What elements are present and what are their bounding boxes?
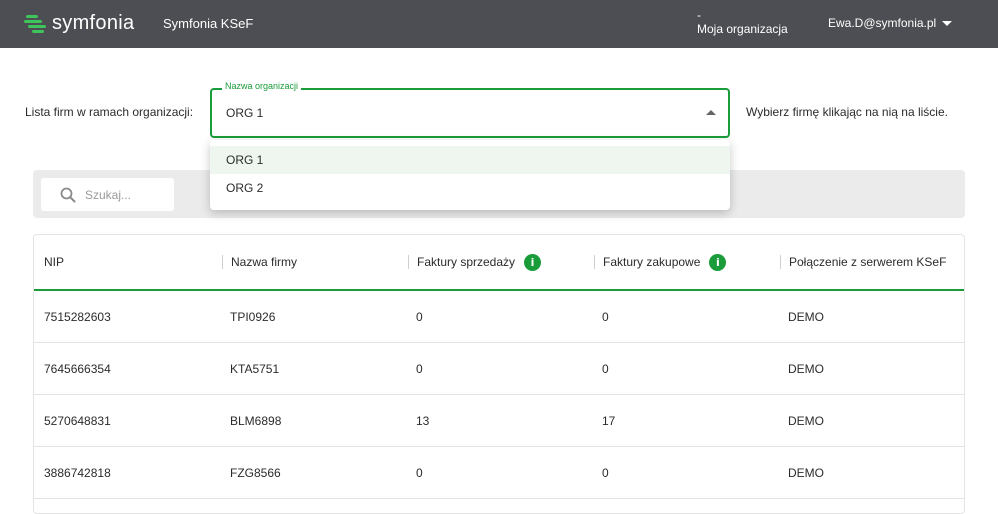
cell-ksef-connection: DEMO <box>788 310 824 324</box>
organization-dash: - <box>697 8 701 22</box>
app-name: Symfonia KSeF <box>163 16 254 31</box>
dropdown-option-org-2[interactable]: ORG 2 <box>210 174 730 202</box>
cell-nip: 5270648831 <box>44 414 111 428</box>
cell-purchase-invoices: 0 <box>602 362 609 376</box>
user-menu[interactable]: Ewa.D@symfonia.pl <box>828 16 953 30</box>
cell-ksef-connection: DEMO <box>788 414 824 428</box>
column-divider <box>408 255 409 269</box>
column-header-label: Połączenie z serwerem KSeF <box>789 255 947 269</box>
info-icon[interactable]: i <box>524 253 542 271</box>
chevron-up-icon <box>706 110 716 115</box>
logo-text: symfonia <box>52 12 135 34</box>
table-row[interactable]: 5270648831 BLM6898 13 17 DEMO <box>34 395 964 447</box>
cell-company-name: BLM6898 <box>230 414 282 428</box>
cell-purchase-invoices: 0 <box>602 310 609 324</box>
search-icon <box>60 187 76 203</box>
organization-select-value: ORG 1 <box>226 106 264 120</box>
cell-nip: 7515282603 <box>44 310 111 324</box>
column-divider <box>594 255 595 269</box>
column-header-ksef-connection[interactable]: Połączenie z serwerem KSeF <box>780 235 946 289</box>
chevron-down-icon <box>942 21 953 26</box>
column-header-nip[interactable]: NIP <box>44 235 64 289</box>
column-header-sales-invoices[interactable]: Faktury sprzedaży i <box>408 235 542 289</box>
table-row[interactable]: 3886742818 FZG8566 0 0 DEMO <box>34 447 964 499</box>
table-row[interactable]: 7645666354 KTA5751 0 0 DEMO <box>34 343 964 395</box>
column-header-label: NIP <box>44 255 65 269</box>
symfonia-logo[interactable]: symfonia <box>24 12 134 35</box>
search-input[interactable] <box>85 185 167 205</box>
organization-select-label: Nazwa organizacji <box>222 81 302 91</box>
cell-purchase-invoices: 17 <box>602 414 616 428</box>
cell-nip: 7645666354 <box>44 362 111 376</box>
dropdown-option-org-1[interactable]: ORG 1 <box>210 146 730 174</box>
table-row[interactable]: 7515282603 TPI0926 0 0 DEMO <box>34 291 964 343</box>
cell-company-name: FZG8566 <box>230 466 281 480</box>
table-header: NIP Nazwa firmy Faktury sprzedaży i Fakt… <box>34 235 964 291</box>
cell-nip: 3886742818 <box>44 466 111 480</box>
search-box[interactable] <box>41 178 174 211</box>
cell-sales-invoices: 0 <box>416 466 423 480</box>
cell-ksef-connection: DEMO <box>788 466 824 480</box>
cell-purchase-invoices: 0 <box>602 466 609 480</box>
organization-dropdown: ORG 1 ORG 2 <box>210 140 730 210</box>
column-header-company-name[interactable]: Nazwa firmy <box>222 235 297 289</box>
cell-company-name: TPI0926 <box>230 310 276 324</box>
logo-mark-icon <box>24 13 46 35</box>
org-list-label: Lista firm w ramach organizacji: <box>25 105 194 119</box>
cell-sales-invoices: 0 <box>416 362 423 376</box>
column-header-label: Nazwa firmy <box>231 255 298 269</box>
column-divider <box>222 255 223 269</box>
companies-table: NIP Nazwa firmy Faktury sprzedaży i Fakt… <box>33 234 965 514</box>
organization-select[interactable]: Nazwa organizacji ORG 1 <box>210 81 730 138</box>
organization-menu[interactable]: - Moja organizacja <box>697 8 788 36</box>
cell-sales-invoices: 13 <box>416 414 430 428</box>
info-icon[interactable]: i <box>709 253 727 271</box>
top-bar: symfonia Symfonia KSeF - Moja organizacj… <box>0 0 998 48</box>
column-header-purchase-invoices[interactable]: Faktury zakupowe i <box>594 235 727 289</box>
cell-sales-invoices: 0 <box>416 310 423 324</box>
organization-label: Moja organizacja <box>697 22 788 36</box>
column-header-label: Faktury zakupowe <box>603 255 701 269</box>
column-divider <box>780 255 781 269</box>
cell-ksef-connection: DEMO <box>788 362 824 376</box>
user-email: Ewa.D@symfonia.pl <box>828 16 937 30</box>
cell-company-name: KTA5751 <box>230 362 280 376</box>
column-header-label: Faktury sprzedaży <box>417 255 516 269</box>
select-hint: Wybierz firmę klikając na nią na liście. <box>746 105 948 119</box>
